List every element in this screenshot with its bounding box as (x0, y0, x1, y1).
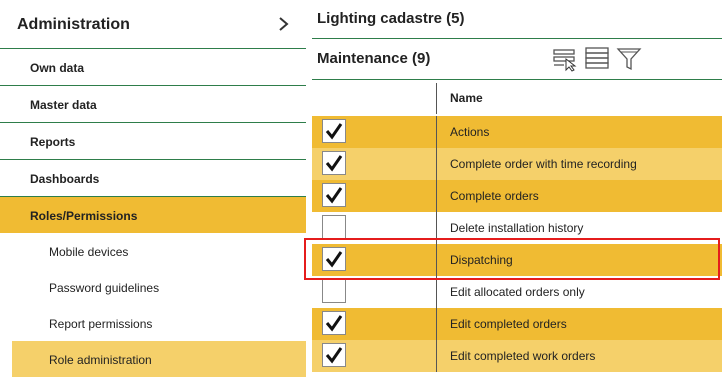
sidebar-item-label: Reports (30, 135, 76, 149)
select-columns-icon[interactable] (552, 46, 578, 72)
table-row[interactable]: Complete order with time recording (312, 148, 722, 180)
checkmark-icon (325, 347, 343, 364)
sidebar-subitem-password-guidelines[interactable]: Password guidelines (0, 269, 306, 305)
subsection-title[interactable]: Maintenance (9) (317, 50, 430, 67)
permission-name: Complete orders (450, 189, 539, 203)
column-separator (436, 148, 437, 180)
permission-name: Complete order with time recording (450, 157, 637, 171)
column-separator (436, 276, 437, 308)
permission-name: Edit allocated orders only (450, 285, 585, 299)
sidebar-item-own-data[interactable]: Own data (0, 49, 306, 86)
sidebar-item-reports[interactable]: Reports (0, 123, 306, 160)
permission-name: Actions (450, 125, 490, 139)
sidebar-header[interactable]: Administration (0, 0, 306, 49)
checkmark-icon (325, 315, 343, 332)
table-row[interactable]: Edit completed orders (312, 308, 722, 340)
sidebar-subitem-report-permissions[interactable]: Report permissions (0, 305, 306, 341)
sidebar-title: Administration (17, 16, 130, 33)
sidebar-item-master-data[interactable]: Master data (0, 86, 306, 123)
sidebar-item-dashboards[interactable]: Dashboards (0, 160, 306, 197)
table-header: Name (312, 83, 722, 114)
checkmark-icon (325, 155, 343, 172)
sidebar-subitem-label: Role administration (49, 353, 152, 367)
table-row[interactable]: Edit allocated orders only (312, 276, 722, 308)
table-row[interactable]: Actions (312, 116, 722, 148)
column-header-name[interactable]: Name (450, 91, 483, 105)
section-title[interactable]: Lighting cadastre (5) (317, 10, 465, 27)
sidebar-subitem-mobile-devices[interactable]: Mobile devices (0, 233, 306, 269)
sidebar-subitem-label: Password guidelines (49, 281, 160, 295)
divider (312, 79, 722, 80)
admin-sidebar: Administration Own data Master data Repo… (0, 0, 306, 381)
permission-name: Edit completed work orders (450, 349, 596, 363)
permission-checkbox[interactable] (322, 119, 346, 143)
permission-checkbox[interactable] (322, 279, 346, 303)
sidebar-subitem-label: Mobile devices (49, 245, 129, 259)
divider (312, 38, 722, 39)
permission-checkbox[interactable] (322, 151, 346, 175)
sidebar-subitem-role-administration[interactable]: Role administration (12, 341, 306, 377)
checkmark-icon (325, 187, 343, 204)
column-separator (436, 340, 437, 372)
permissions-panel: Lighting cadastre (5) Maintenance (9) Na… (306, 0, 722, 381)
table-row[interactable]: Edit completed work orders (312, 340, 722, 372)
sidebar-item-label: Dashboards (30, 172, 100, 186)
column-separator (436, 180, 437, 212)
permission-checkbox[interactable] (322, 215, 346, 239)
permission-checkbox[interactable] (322, 311, 346, 335)
column-separator (436, 308, 437, 340)
permission-checkbox[interactable] (322, 343, 346, 367)
list-view-icon[interactable] (584, 46, 610, 72)
filter-icon[interactable] (616, 46, 642, 72)
permission-name: Edit completed orders (450, 317, 567, 331)
column-separator (436, 116, 437, 148)
sidebar-item-label: Roles/Permissions (30, 209, 138, 223)
permission-checkbox[interactable] (322, 183, 346, 207)
permission-name: Delete installation history (450, 221, 584, 235)
selection-highlight (304, 238, 720, 280)
table-row[interactable]: Complete orders (312, 180, 722, 212)
sidebar-item-label: Master data (30, 98, 97, 112)
sidebar-item-roles-permissions[interactable]: Roles/Permissions (0, 197, 306, 233)
column-separator (436, 83, 437, 114)
sidebar-item-label: Own data (30, 61, 85, 75)
chevron-right-icon[interactable] (276, 16, 292, 32)
checkmark-icon (325, 123, 343, 140)
sidebar-subitem-label: Report permissions (49, 317, 153, 331)
